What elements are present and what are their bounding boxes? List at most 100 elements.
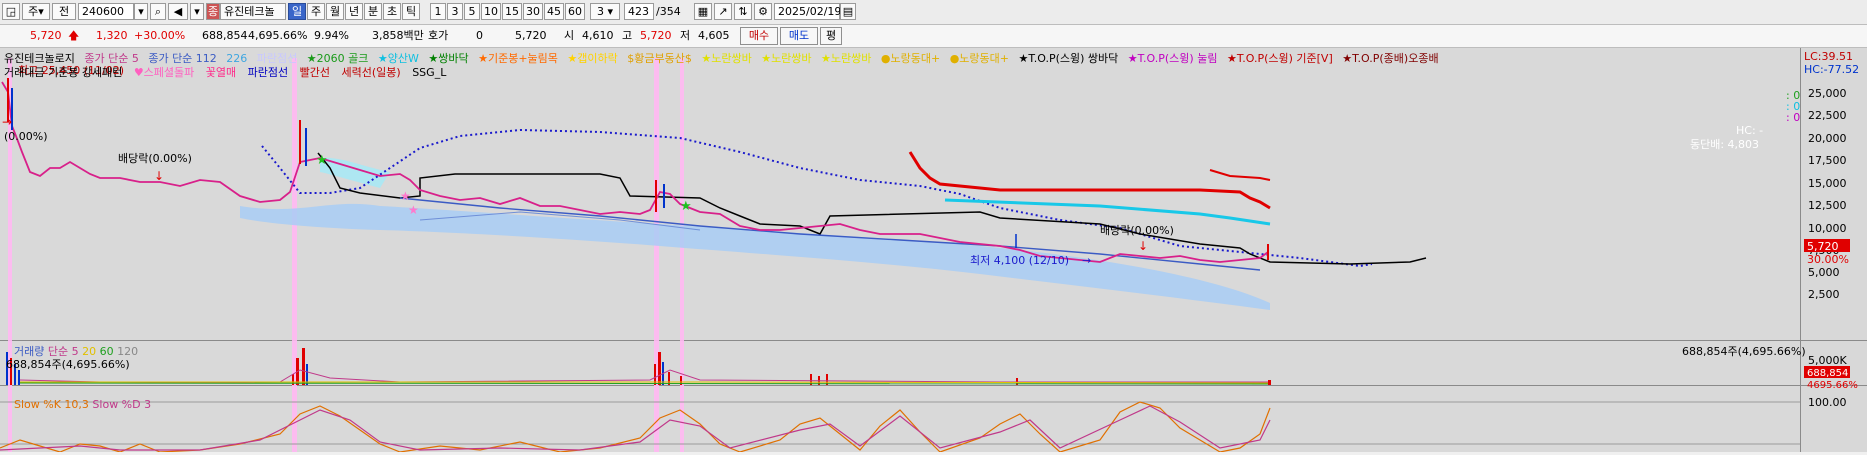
up-arrow-icon: 🡅 <box>68 29 80 42</box>
legend-item[interactable]: ★T.O.P(스윙) 쌍바닥 <box>1018 52 1118 65</box>
dongdan-label: 동단배: 4,803 <box>1690 138 1760 151</box>
pct-annotation: (0.00%) <box>4 130 48 143</box>
axis-tick: 22,500 <box>1808 109 1847 122</box>
tab-week[interactable]: 주 <box>307 3 325 20</box>
legend-item[interactable]: 꽃열매 <box>206 66 236 79</box>
stock-code-input[interactable]: 240600 <box>78 3 134 20</box>
date-input[interactable]: 2025/02/19 <box>774 3 841 20</box>
dividend-annotation: 배당락(0.00%) <box>118 152 192 165</box>
interval-10[interactable]: 10 <box>481 3 501 20</box>
hc-label: HC:-77.52 <box>1804 63 1860 76</box>
legend-item[interactable]: $황금부동산$ <box>627 52 692 65</box>
compare-icon[interactable]: ⇅ <box>734 3 752 20</box>
stoch-k-label: Slow %K 10,3 <box>14 398 89 411</box>
legend-item[interactable]: ★노란쌍바 <box>701 52 751 65</box>
period-select[interactable]: 주▾ <box>22 3 50 20</box>
down-arrow-marker: ↓ <box>154 169 164 183</box>
indicator-legend-2: 거래대금 기준봉 강세패턴 ♥스페셜돌파 꽃열매 파란점선 빨간선 세력선(일봉… <box>4 64 454 79</box>
sell-button[interactable]: 매도 <box>780 27 818 45</box>
legend-item[interactable]: 거래대금 기준봉 강세패턴 <box>4 66 122 79</box>
stoch-panel-bg <box>0 386 1800 452</box>
legend-item[interactable]: ★T.O.P(종배)오종배 <box>1342 52 1438 65</box>
lc-label: LC:39.51 <box>1804 50 1854 63</box>
star-marker: ★ <box>680 199 692 214</box>
volume-panel-bg <box>0 341 1800 385</box>
interval-1[interactable]: 1 <box>430 3 446 20</box>
axis-tick: 10,000 <box>1808 222 1847 235</box>
high-price: 5,720 <box>640 29 672 42</box>
turnover-rate: 9.94% <box>314 29 349 42</box>
tab-year[interactable]: 년 <box>345 3 363 20</box>
legend-item[interactable]: ♥스페셜돌파 <box>134 66 194 79</box>
legend-item[interactable]: ★갭이하락 <box>567 52 617 65</box>
tab-month[interactable]: 월 <box>326 3 344 20</box>
settings-icon[interactable]: ⚙ <box>754 3 772 20</box>
price-change-pct: +30.00% <box>134 29 186 42</box>
calendar-icon[interactable]: ▤ <box>840 3 856 20</box>
interval-15[interactable]: 15 <box>502 3 522 20</box>
legend-item[interactable]: ★T.O.P(스윙) 눌림 <box>1128 52 1218 65</box>
count-total: /354 <box>656 5 681 18</box>
star-marker: ★ <box>400 189 411 203</box>
draw-icon[interactable]: ↗ <box>714 3 732 20</box>
low-annotation: 최저 4,100 (12/10) <box>970 254 1069 267</box>
interval-select[interactable]: 3 ▾ <box>590 3 620 20</box>
window-menu-icon[interactable]: ◲ <box>2 3 20 20</box>
grid-icon[interactable]: ▦ <box>694 3 712 20</box>
dividend-annotation-2: 배당락(0.00%) <box>1100 224 1174 237</box>
indicator-legend: 유진테크놀로지 종가 단순 5 종가 단순 112 226 파란점선 ★2060… <box>4 50 1774 65</box>
interval-45[interactable]: 45 <box>544 3 564 20</box>
price-panel-bg <box>0 48 1800 340</box>
interval-60[interactable]: 60 <box>565 3 585 20</box>
quote-label: 호가 <box>428 29 449 42</box>
stoch-axis-100: 100.00 <box>1808 396 1847 409</box>
star-marker: ★ <box>408 203 419 217</box>
signal-band <box>292 58 297 452</box>
low-price: 4,605 <box>698 29 730 42</box>
speaker-dropdown-icon[interactable]: ▾ <box>190 3 204 20</box>
tab-minute[interactable]: 분 <box>364 3 382 20</box>
eval-button[interactable]: 평 <box>820 27 842 45</box>
axis-tick: 20,000 <box>1808 132 1847 145</box>
legend-item[interactable]: ★노란쌍바 <box>821 52 871 65</box>
tab-day[interactable]: 일 <box>288 3 306 20</box>
period-label: 주 <box>28 5 39 18</box>
legend-item[interactable]: ★기준봉+눌림목 <box>478 52 558 65</box>
volume-value: 688,854 <box>202 29 248 42</box>
search-icon[interactable]: ⌕ <box>150 3 166 20</box>
speaker-icon[interactable]: ◀ <box>168 3 188 20</box>
stock-name-field[interactable]: 유진테크놀 <box>220 3 286 20</box>
legend-item[interactable]: 빨간선 <box>300 66 330 79</box>
favorite-icon[interactable]: 종 <box>206 3 220 20</box>
interval-3[interactable]: 3 <box>447 3 463 20</box>
volume-ratio: 4,695.66% <box>248 29 308 42</box>
legend-item[interactable]: SSG_L <box>412 66 446 79</box>
interval-5[interactable]: 5 <box>464 3 480 20</box>
low-label: 저 <box>680 29 691 42</box>
price-info-bar: 5,720 🡅 1,320 +30.00% 688,854 4,695.66% … <box>0 25 1867 48</box>
legend-item[interactable]: ★T.O.P(스윙) 기준[V] <box>1227 52 1333 65</box>
price-change: 1,320 <box>96 29 128 42</box>
legend-item[interactable]: 파란점선 <box>248 66 288 79</box>
open-price: 4,610 <box>582 29 614 42</box>
tab-second[interactable]: 초 <box>383 3 401 20</box>
tab-tick[interactable]: 틱 <box>402 3 420 20</box>
legend-item[interactable]: ★노란쌍바 <box>761 52 811 65</box>
chart-area[interactable]: ★ ★ ★ ★ ↓ ↓ → 최고 25,450 (11/02) (0.00%) … <box>0 48 1867 453</box>
code-dropdown-icon[interactable]: ▾ <box>134 3 148 20</box>
interval-30[interactable]: 30 <box>523 3 543 20</box>
volume-axis-tick: 5,000K <box>1808 354 1847 367</box>
market-select[interactable]: 전 <box>52 3 76 20</box>
high-label: 고 <box>622 29 633 42</box>
axis-tick: 17,500 <box>1808 154 1847 167</box>
volume-tag: 688,854 <box>1807 368 1848 379</box>
axis-tick: 2,500 <box>1808 288 1840 301</box>
trade-amount: 3,858백만 <box>372 29 424 42</box>
price-tag: 5,720 <box>1807 240 1839 253</box>
legend-item[interactable]: ●노랑동대+ <box>950 52 1009 65</box>
buy-button[interactable]: 매수 <box>740 27 778 45</box>
legend-item[interactable]: ●노랑동대+ <box>881 52 940 65</box>
count-input[interactable]: 423 <box>624 3 654 20</box>
legend-item[interactable]: 세력선(일봉) <box>342 66 401 79</box>
pct-tag: 30.00% <box>1807 253 1849 266</box>
